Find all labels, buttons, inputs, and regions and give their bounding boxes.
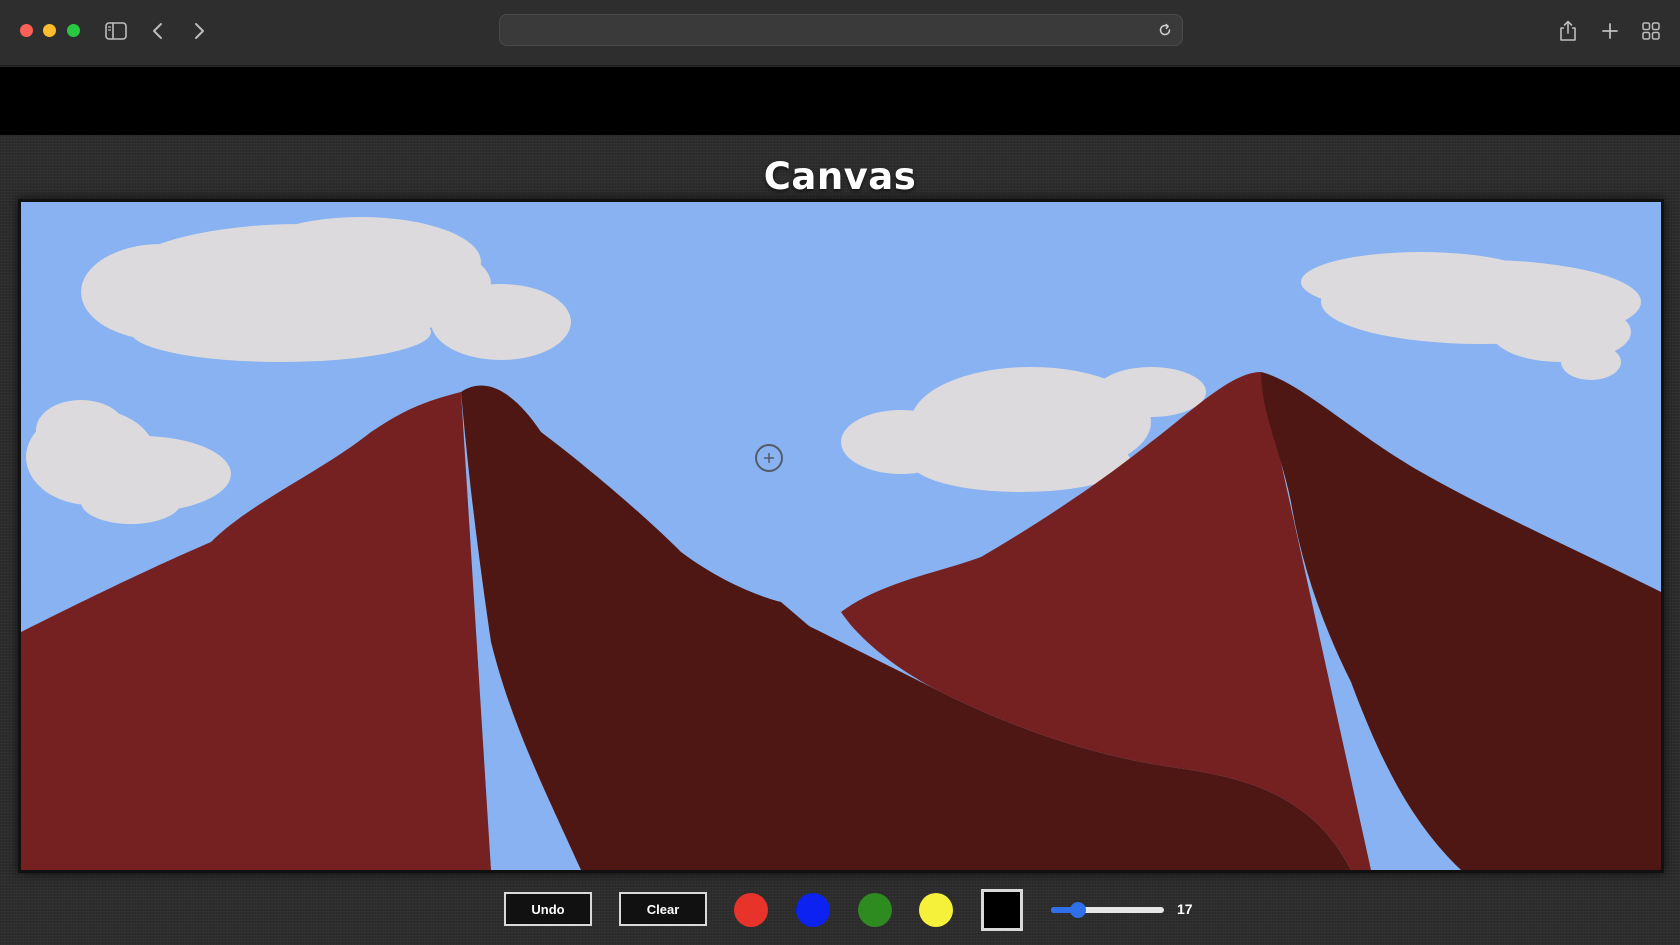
brush-size-slider[interactable] xyxy=(1051,902,1164,918)
drawing-canvas-frame xyxy=(18,199,1664,873)
color-swatch-red[interactable] xyxy=(734,893,768,927)
color-swatch-green[interactable] xyxy=(858,893,892,927)
chevron-right-icon[interactable] xyxy=(186,18,212,44)
clear-button[interactable]: Clear xyxy=(619,892,707,926)
color-picker-selected[interactable] xyxy=(981,889,1023,931)
drawing-toolbar: Undo Clear 17 xyxy=(0,884,1680,944)
close-window-button[interactable] xyxy=(20,24,33,37)
drawing-canvas[interactable] xyxy=(21,202,1661,870)
chevron-left-icon[interactable] xyxy=(145,18,171,44)
grid-icon[interactable] xyxy=(1638,18,1664,44)
address-bar[interactable] xyxy=(499,14,1183,46)
color-swatch-blue[interactable] xyxy=(796,893,830,927)
undo-button[interactable]: Undo xyxy=(504,892,592,926)
plus-icon[interactable] xyxy=(1597,18,1623,44)
brush-size-slider-thumb[interactable] xyxy=(1070,902,1086,918)
page-body: Canvas Undo Clear 17 xyxy=(0,135,1680,945)
browser-toolbar xyxy=(0,0,1680,66)
page-header-band xyxy=(0,67,1680,135)
minimize-window-button[interactable] xyxy=(43,24,56,37)
page-title: Canvas xyxy=(763,155,917,198)
brush-size-value: 17 xyxy=(1177,901,1193,917)
share-icon[interactable] xyxy=(1555,18,1581,44)
zoom-window-button[interactable] xyxy=(67,24,80,37)
sidebar-toggle-icon[interactable] xyxy=(103,18,129,44)
reload-icon[interactable] xyxy=(1156,21,1174,39)
color-swatch-yellow[interactable] xyxy=(919,893,953,927)
